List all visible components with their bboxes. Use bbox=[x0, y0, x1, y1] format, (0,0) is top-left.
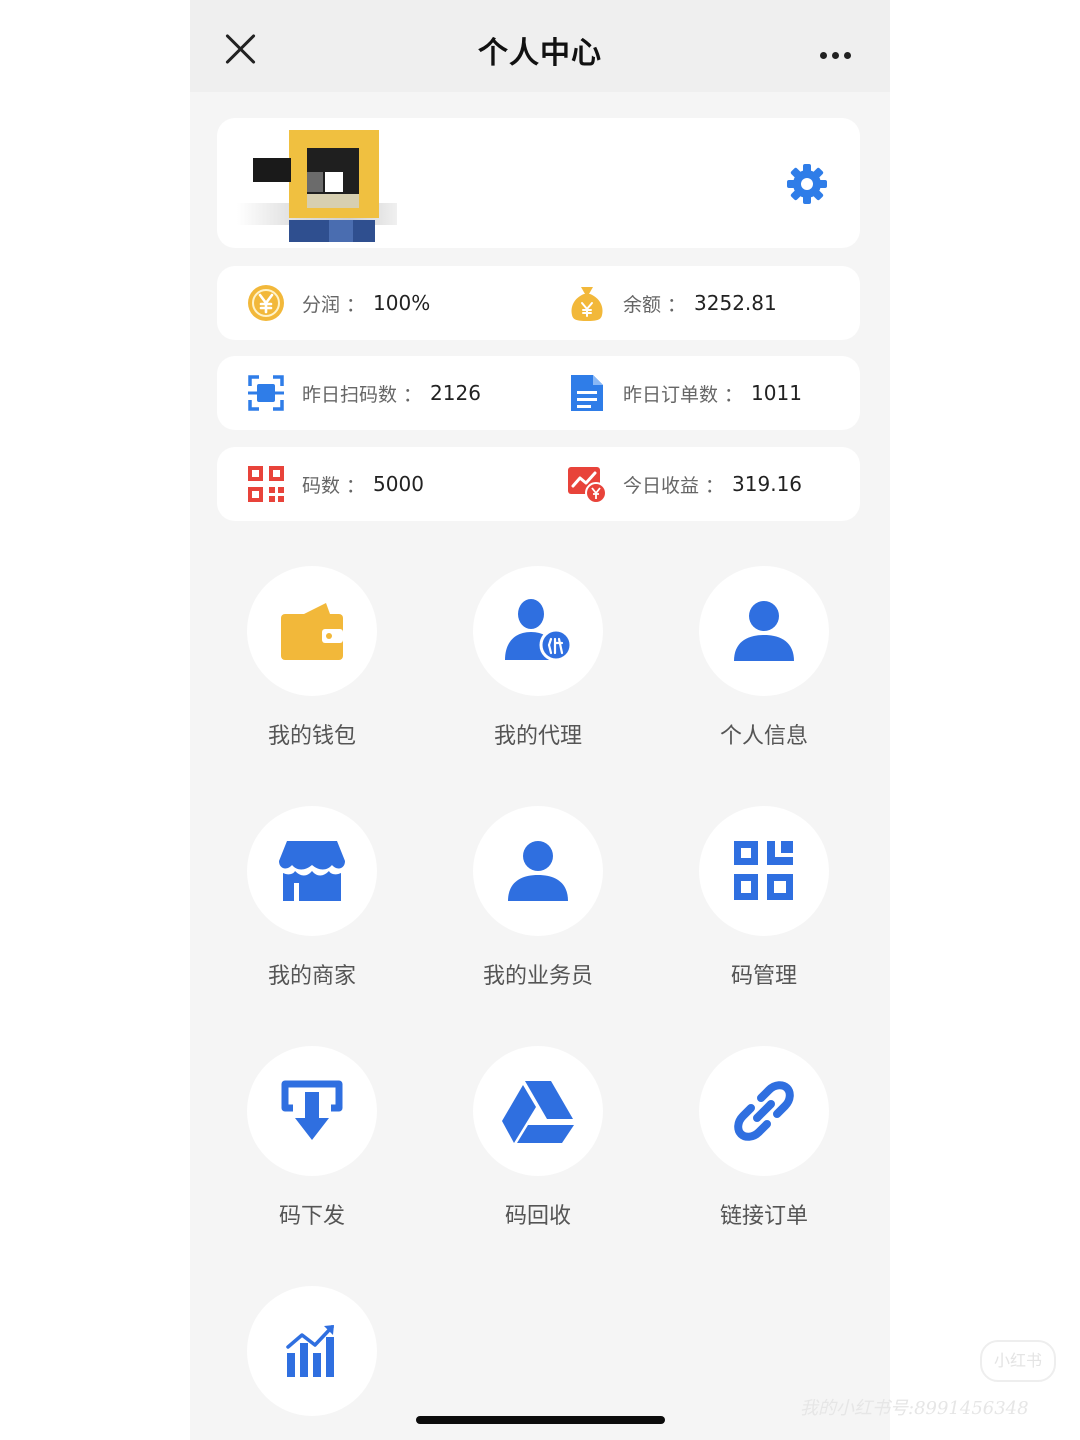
phone-screen: 个人中心 分润 ： 100% 余额 ： 3252.81 昨日扫码数 ： 2126… bbox=[190, 0, 890, 1440]
menu-item-code-issue[interactable]: 码下发 bbox=[212, 1046, 412, 1230]
menu-item-merchants[interactable]: 我的商家 bbox=[212, 806, 412, 990]
watermark-text: 我的小红书号:8991456348 bbox=[800, 1398, 1029, 1419]
menu-label: 我的商家 bbox=[267, 964, 356, 989]
qr-code-icon bbox=[246, 464, 286, 504]
person-icon bbox=[699, 566, 829, 696]
home-indicator[interactable] bbox=[416, 1416, 665, 1424]
menu-item-code-recycle[interactable]: 码回收 bbox=[438, 1046, 638, 1230]
menu-label: 码管理 bbox=[730, 964, 797, 989]
menu-label: 码回收 bbox=[504, 1204, 571, 1229]
bar-chart-icon bbox=[247, 1286, 377, 1416]
stat-label: 余额 bbox=[623, 293, 662, 316]
scan-frame-icon bbox=[246, 373, 286, 413]
menu-item-agent[interactable]: 我的代理 bbox=[438, 566, 638, 750]
menu-item-salesmen[interactable]: 我的业务员 bbox=[438, 806, 638, 990]
stat-separator: ： bbox=[705, 474, 725, 497]
stat-code-count: 码数 ： 5000 bbox=[246, 447, 424, 521]
drive-triangle-icon bbox=[473, 1046, 603, 1176]
stat-balance: 余额 ： 3252.81 bbox=[567, 266, 777, 340]
nav-header: 个人中心 bbox=[190, 0, 890, 92]
menu-label: 我的业务员 bbox=[482, 964, 593, 989]
page-title: 个人中心 bbox=[478, 36, 602, 71]
stat-separator: ： bbox=[403, 383, 423, 406]
money-bag-icon bbox=[567, 283, 607, 323]
stat-label: 今日收益 bbox=[623, 474, 700, 497]
stat-yesterday-scans: 昨日扫码数 ： 2126 bbox=[246, 356, 481, 430]
stat-row-scans-orders: 昨日扫码数 ： 2126 昨日订单数 ： 1011 bbox=[217, 356, 860, 430]
qr-grid-icon bbox=[699, 806, 829, 936]
menu-label: 我的钱包 bbox=[267, 724, 356, 749]
stat-separator: ： bbox=[346, 293, 366, 316]
menu-label: 码下发 bbox=[278, 1204, 345, 1229]
stat-value: 100% bbox=[373, 291, 431, 315]
document-list-icon bbox=[567, 373, 607, 413]
menu-item-link-orders[interactable]: 链接订单 bbox=[664, 1046, 864, 1230]
profile-card bbox=[217, 118, 860, 248]
store-icon bbox=[247, 806, 377, 936]
wallet-icon bbox=[247, 566, 377, 696]
stat-label: 分润 bbox=[302, 293, 341, 316]
person-icon bbox=[473, 806, 603, 936]
stat-separator: ： bbox=[346, 474, 366, 497]
menu-item-statistics[interactable] bbox=[212, 1286, 412, 1438]
link-icon bbox=[699, 1046, 829, 1176]
stat-today-earnings: 今日收益 ： 319.16 bbox=[567, 447, 802, 521]
agent-icon bbox=[473, 566, 603, 696]
more-options-icon[interactable] bbox=[820, 44, 860, 59]
stat-label: 昨日扫码数 bbox=[302, 383, 398, 406]
stat-value: 1011 bbox=[751, 381, 802, 405]
settings-gear-icon[interactable] bbox=[783, 160, 831, 208]
stat-profit-share: 分润 ： 100% bbox=[246, 266, 430, 340]
stat-row-codes-earnings: 码数 ： 5000 今日收益 ： 319.16 bbox=[217, 447, 860, 521]
stat-label: 码数 bbox=[302, 474, 341, 497]
stat-value: 319.16 bbox=[732, 472, 803, 496]
stat-separator: ： bbox=[667, 293, 687, 316]
menu-label: 链接订单 bbox=[719, 1204, 808, 1229]
stat-value: 3252.81 bbox=[694, 291, 777, 315]
earnings-chart-icon bbox=[567, 464, 607, 504]
menu-label: 个人信息 bbox=[719, 724, 808, 749]
avatar[interactable] bbox=[237, 128, 397, 250]
download-icon bbox=[247, 1046, 377, 1176]
watermark-logo: 小红书 bbox=[980, 1340, 1056, 1382]
stat-value: 2126 bbox=[430, 381, 481, 405]
stat-value: 5000 bbox=[373, 472, 424, 496]
menu-item-wallet[interactable]: 我的钱包 bbox=[212, 566, 412, 750]
stat-yesterday-orders: 昨日订单数 ： 1011 bbox=[567, 356, 802, 430]
menu-label: 我的代理 bbox=[493, 724, 582, 749]
stat-separator: ： bbox=[724, 383, 744, 406]
menu-item-code-management[interactable]: 码管理 bbox=[664, 806, 864, 990]
menu-item-personal-info[interactable]: 个人信息 bbox=[664, 566, 864, 750]
stat-label: 昨日订单数 bbox=[623, 383, 719, 406]
yen-coin-icon bbox=[246, 283, 286, 323]
stat-row-profit-balance: 分润 ： 100% 余额 ： 3252.81 bbox=[217, 266, 860, 340]
